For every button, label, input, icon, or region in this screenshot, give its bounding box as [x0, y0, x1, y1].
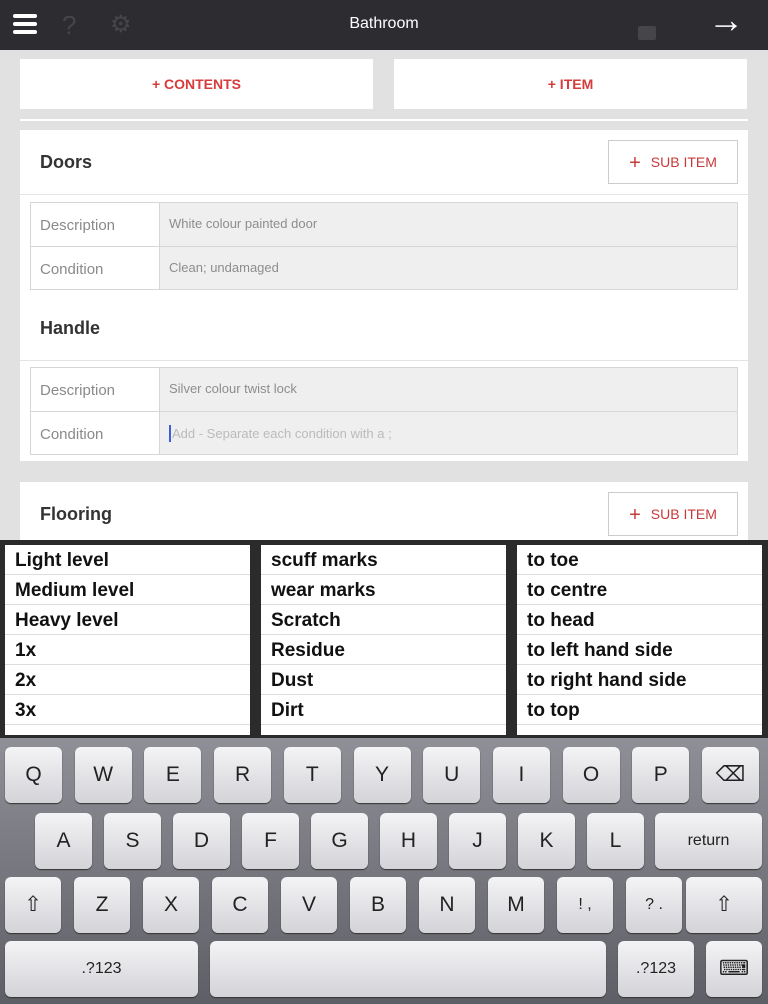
plus-icon: +	[629, 504, 641, 526]
table-row: Condition Clean; undamaged	[31, 246, 737, 289]
picker-column[interactable]: Light level Medium level Heavy level 1x 2x 3x	[5, 545, 250, 735]
picker-option[interactable]: Residue	[261, 635, 506, 665]
picker-option[interactable]: to toe	[517, 545, 762, 575]
table-row: Description White colour painted door	[31, 203, 737, 246]
key-F[interactable]: F	[242, 813, 299, 869]
table-row: Condition Add - Separate each condition w…	[31, 411, 737, 454]
plus-icon: +	[629, 152, 641, 174]
sub-item-button[interactable]: + SUB ITEM	[608, 140, 738, 184]
condition-field[interactable]: Clean; undamaged	[160, 247, 737, 289]
picker-option[interactable]: to left hand side	[517, 635, 762, 665]
numbers-key[interactable]: .?123	[618, 941, 694, 997]
sub-item-button[interactable]: + SUB ITEM	[608, 492, 738, 536]
picker-option[interactable]: Dirt	[261, 695, 506, 725]
key-L[interactable]: L	[587, 813, 644, 869]
description-field[interactable]: Silver colour twist lock	[160, 368, 737, 411]
key-V[interactable]: V	[281, 877, 337, 933]
key-K[interactable]: K	[518, 813, 575, 869]
picker-option[interactable]: Light level	[5, 545, 250, 575]
key-G[interactable]: G	[311, 813, 368, 869]
shift-key[interactable]: ⇧	[686, 877, 762, 933]
shift-key[interactable]: ⇧	[5, 877, 61, 933]
divider	[20, 119, 748, 121]
key-C[interactable]: C	[212, 877, 268, 933]
section-title: Handle	[40, 318, 101, 338]
key-I[interactable]: I	[492, 747, 550, 803]
key-S[interactable]: S	[104, 813, 161, 869]
item-card-doors: Doors + SUB ITEM Description White colour …	[20, 130, 748, 461]
delete-key[interactable]: ⌫	[702, 747, 759, 803]
picker-option[interactable]: Dust	[261, 665, 506, 695]
key-B[interactable]: B	[350, 877, 406, 933]
key-?.[interactable]: ? .	[626, 877, 682, 933]
key-Q[interactable]: Q	[5, 747, 62, 803]
picker-option[interactable]: Heavy level	[5, 605, 250, 635]
key-W[interactable]: W	[74, 747, 132, 803]
divider	[20, 194, 748, 195]
numbers-key[interactable]: .?123	[5, 941, 198, 997]
divider	[20, 360, 748, 361]
key-R[interactable]: R	[214, 747, 272, 803]
return-key[interactable]: return	[655, 813, 762, 869]
description-field[interactable]: White colour painted door	[160, 203, 737, 246]
key-U[interactable]: U	[423, 747, 481, 803]
key-O[interactable]: O	[562, 747, 620, 803]
key-H[interactable]: H	[380, 813, 437, 869]
key-E[interactable]: E	[144, 747, 202, 803]
field-label: Condition	[31, 412, 160, 454]
picker-option[interactable]: wear marks	[261, 575, 506, 605]
picker-column[interactable]: scuff marks wear marks Scratch Residue Dust D…	[261, 545, 506, 735]
picker-option[interactable]: Scratch	[261, 605, 506, 635]
add-contents-button[interactable]: + CONTENTS	[20, 59, 373, 109]
key-X[interactable]: X	[143, 877, 199, 933]
handle-table: Description Silver colour twist lock Cond…	[30, 367, 738, 455]
key-M[interactable]: M	[488, 877, 544, 933]
doors-table: Description White colour painted door Con…	[30, 202, 738, 290]
picker-option[interactable]: to head	[517, 605, 762, 635]
nav-bar: ? ⚙ Bathroom →	[0, 0, 768, 50]
condition-input[interactable]: Add - Separate each condition with a ;	[160, 412, 737, 454]
section-title: Doors	[40, 152, 93, 172]
picker-option[interactable]: scuff marks	[261, 545, 506, 575]
field-label: Description	[31, 203, 160, 246]
key-N[interactable]: N	[419, 877, 475, 933]
picker-option[interactable]: 2x	[5, 665, 250, 695]
picker-option[interactable]: to top	[517, 695, 762, 725]
item-card-flooring: Flooring + SUB ITEM	[20, 482, 748, 542]
keyboard: Q W E R T Y U I O P ⌫ A S D F G H J K Lreturn ⇧ Z X C V B N M! ,? .…	[0, 738, 768, 1004]
picker-option[interactable]: to right hand side	[517, 665, 762, 695]
add-item-button[interactable]: + ITEM	[394, 59, 747, 109]
section-title: Flooring	[40, 504, 112, 524]
key-A[interactable]: A	[35, 813, 92, 869]
table-row: Description Silver colour twist lock	[31, 368, 737, 411]
field-label: Description	[31, 368, 160, 411]
key-Y[interactable]: Y	[353, 747, 411, 803]
key-!,[interactable]: ! ,	[557, 877, 613, 933]
key-Z[interactable]: Z	[74, 877, 130, 933]
arrow-right-icon[interactable]: →	[708, 2, 744, 38]
sub-item-label: SUB ITEM	[650, 154, 717, 170]
field-label: Condition	[31, 247, 160, 289]
unlock-icon[interactable]	[638, 12, 658, 40]
key-T[interactable]: T	[283, 747, 341, 803]
condition-placeholder: Add - Separate each condition with a ;	[172, 426, 392, 441]
picker-option[interactable]: 1x	[5, 635, 250, 665]
picker-option[interactable]: Medium level	[5, 575, 250, 605]
key-D[interactable]: D	[173, 813, 230, 869]
condition-picker: Light level Medium level Heavy level 1x 2x 3x…	[0, 540, 768, 738]
sub-item-label: SUB ITEM	[650, 506, 717, 522]
text-cursor	[169, 425, 171, 442]
key-J[interactable]: J	[449, 813, 506, 869]
hide-keyboard-key[interactable]: ⌨	[706, 941, 762, 997]
space-key[interactable]	[210, 941, 606, 997]
picker-option[interactable]: to centre	[517, 575, 762, 605]
picker-column[interactable]: to toe to centre to head to left hand side t…	[517, 545, 762, 735]
picker-option[interactable]: 3x	[5, 695, 250, 725]
key-P[interactable]: P	[632, 747, 690, 803]
